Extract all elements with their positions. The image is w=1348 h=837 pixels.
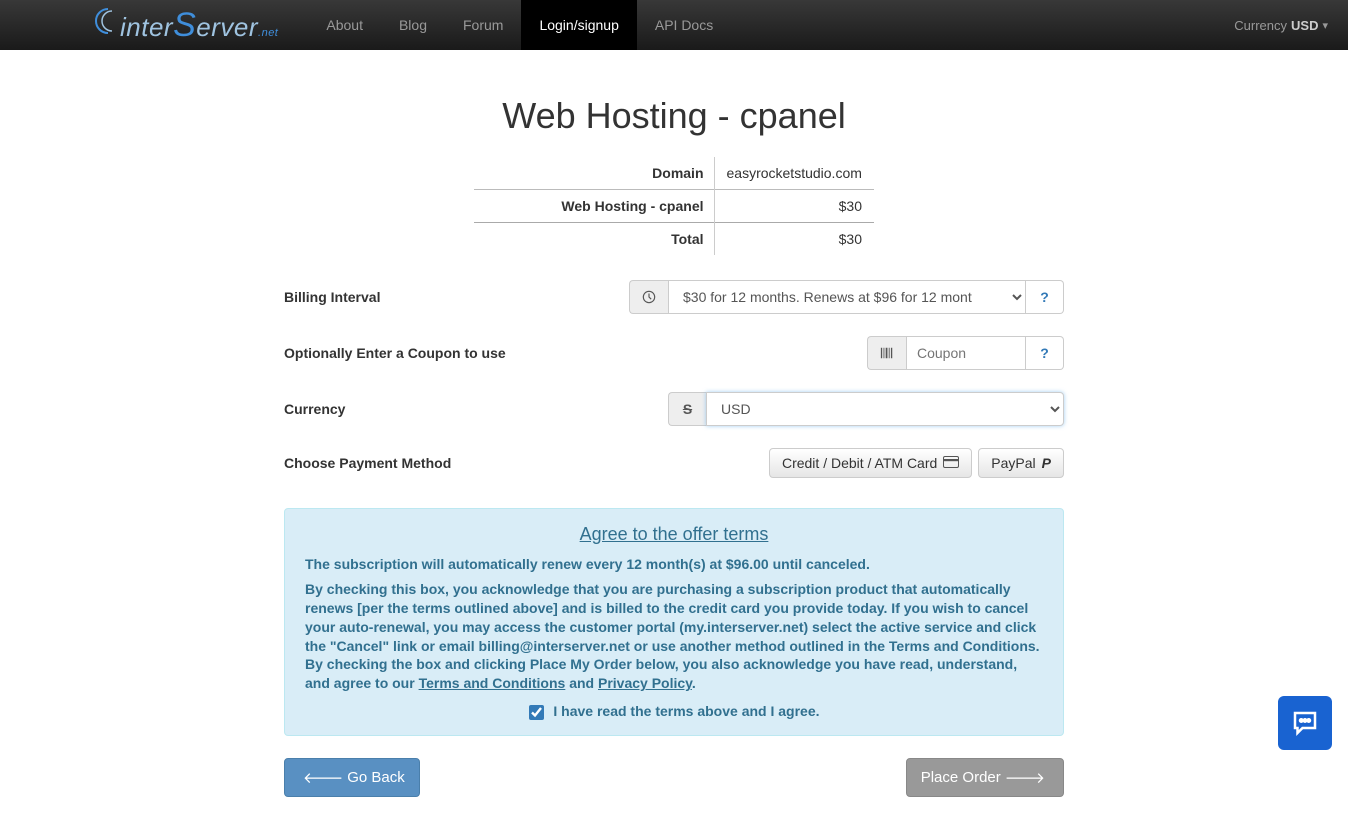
terms-panel: Agree to the offer terms The subscriptio… xyxy=(284,508,1064,736)
coupon-input[interactable] xyxy=(906,336,1026,370)
barcode-icon xyxy=(867,336,906,370)
coupon-label: Optionally Enter a Coupon to use xyxy=(284,345,506,361)
nav-link-about[interactable]: About xyxy=(308,0,381,50)
chat-widget-button[interactable] xyxy=(1278,696,1332,750)
currency-value: USD xyxy=(1291,18,1318,33)
crescent-icon xyxy=(90,6,120,36)
nav-link-api-docs[interactable]: API Docs xyxy=(637,0,731,50)
currency-select[interactable]: USD xyxy=(706,392,1064,426)
clock-icon xyxy=(629,280,668,314)
billing-interval-label: Billing Interval xyxy=(284,289,429,305)
credit-card-icon xyxy=(943,455,959,471)
privacy-link[interactable]: Privacy Policy xyxy=(598,675,692,691)
chat-icon xyxy=(1290,708,1320,738)
nav-link-forum[interactable]: Forum xyxy=(445,0,521,50)
summary-value: easyrocketstudio.com xyxy=(714,157,874,190)
summary-label: Total xyxy=(474,223,714,256)
brand-net: .net xyxy=(258,27,278,39)
go-back-label: Go Back xyxy=(347,769,405,786)
arrow-right-icon: 🡒 xyxy=(1005,768,1045,787)
card-payment-button[interactable]: Credit / Debit / ATM Card xyxy=(769,448,972,478)
agree-label: I have read the terms above and I agree. xyxy=(553,703,819,719)
nav-links: AboutBlogForumLogin/signupAPI Docs xyxy=(308,0,731,50)
currency-switcher[interactable]: Currency USD ▾ xyxy=(1234,18,1328,33)
nav-link-blog[interactable]: Blog xyxy=(381,0,445,50)
brand-logo[interactable]: interServer.net xyxy=(90,6,278,45)
brand-inter: inter xyxy=(120,12,173,42)
brand-s: S xyxy=(173,6,196,44)
summary-label: Web Hosting - cpanel xyxy=(474,190,714,223)
currency-form-label: Currency xyxy=(284,401,429,417)
nav-link-login-signup[interactable]: Login/signup xyxy=(521,0,636,50)
card-payment-label: Credit / Debit / ATM Card xyxy=(782,455,937,471)
payment-method-label: Choose Payment Method xyxy=(284,455,451,471)
paypal-icon: P xyxy=(1042,455,1051,471)
terms-link[interactable]: Terms and Conditions xyxy=(419,675,566,691)
top-navbar: interServer.net AboutBlogForumLogin/sign… xyxy=(0,0,1348,50)
summary-label: Domain xyxy=(474,157,714,190)
chevron-down-icon: ▾ xyxy=(1322,19,1328,32)
summary-value: $30 xyxy=(714,190,874,223)
paypal-payment-button[interactable]: PayPal P xyxy=(978,448,1064,478)
page-title: Web Hosting - cpanel xyxy=(284,95,1064,137)
terms-body-text: By checking this box, you acknowledge th… xyxy=(305,580,1043,693)
brand-erver: erver xyxy=(196,12,258,42)
currency-label: Currency xyxy=(1234,18,1287,33)
order-summary-table: Domaineasyrocketstudio.comWeb Hosting - … xyxy=(474,157,874,255)
currency-icon: S xyxy=(668,392,706,426)
billing-interval-select[interactable]: $30 for 12 months. Renews at $96 for 12 … xyxy=(668,280,1026,314)
place-order-label: Place Order xyxy=(921,769,1001,786)
agree-checkbox[interactable] xyxy=(529,705,544,720)
terms-heading: Agree to the offer terms xyxy=(580,524,769,544)
summary-value: $30 xyxy=(714,223,874,256)
coupon-help-button[interactable]: ? xyxy=(1026,336,1064,370)
arrow-left-icon: 🡐 xyxy=(303,768,343,787)
paypal-payment-label: PayPal xyxy=(991,455,1035,471)
terms-renewal-text: The subscription will automatically rene… xyxy=(305,555,1043,574)
billing-help-button[interactable]: ? xyxy=(1026,280,1064,314)
